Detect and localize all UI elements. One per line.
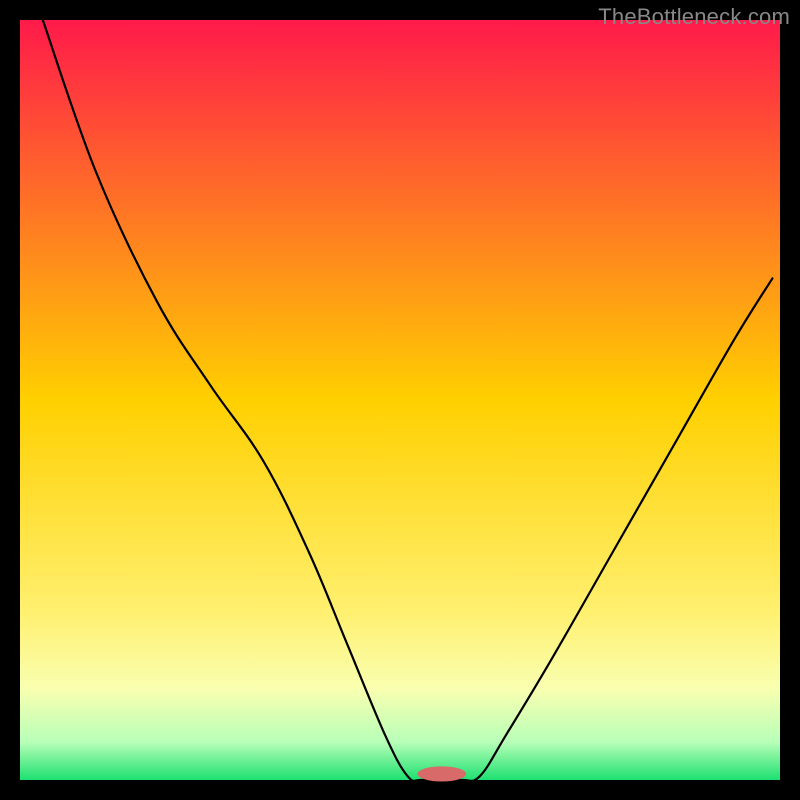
watermark-label: TheBottleneck.com	[598, 4, 790, 30]
plot-background	[20, 20, 780, 780]
optimal-marker	[417, 766, 466, 781]
chart-container: { "watermark": "TheBottleneck.com", "cha…	[0, 0, 800, 800]
bottleneck-chart	[0, 0, 800, 800]
